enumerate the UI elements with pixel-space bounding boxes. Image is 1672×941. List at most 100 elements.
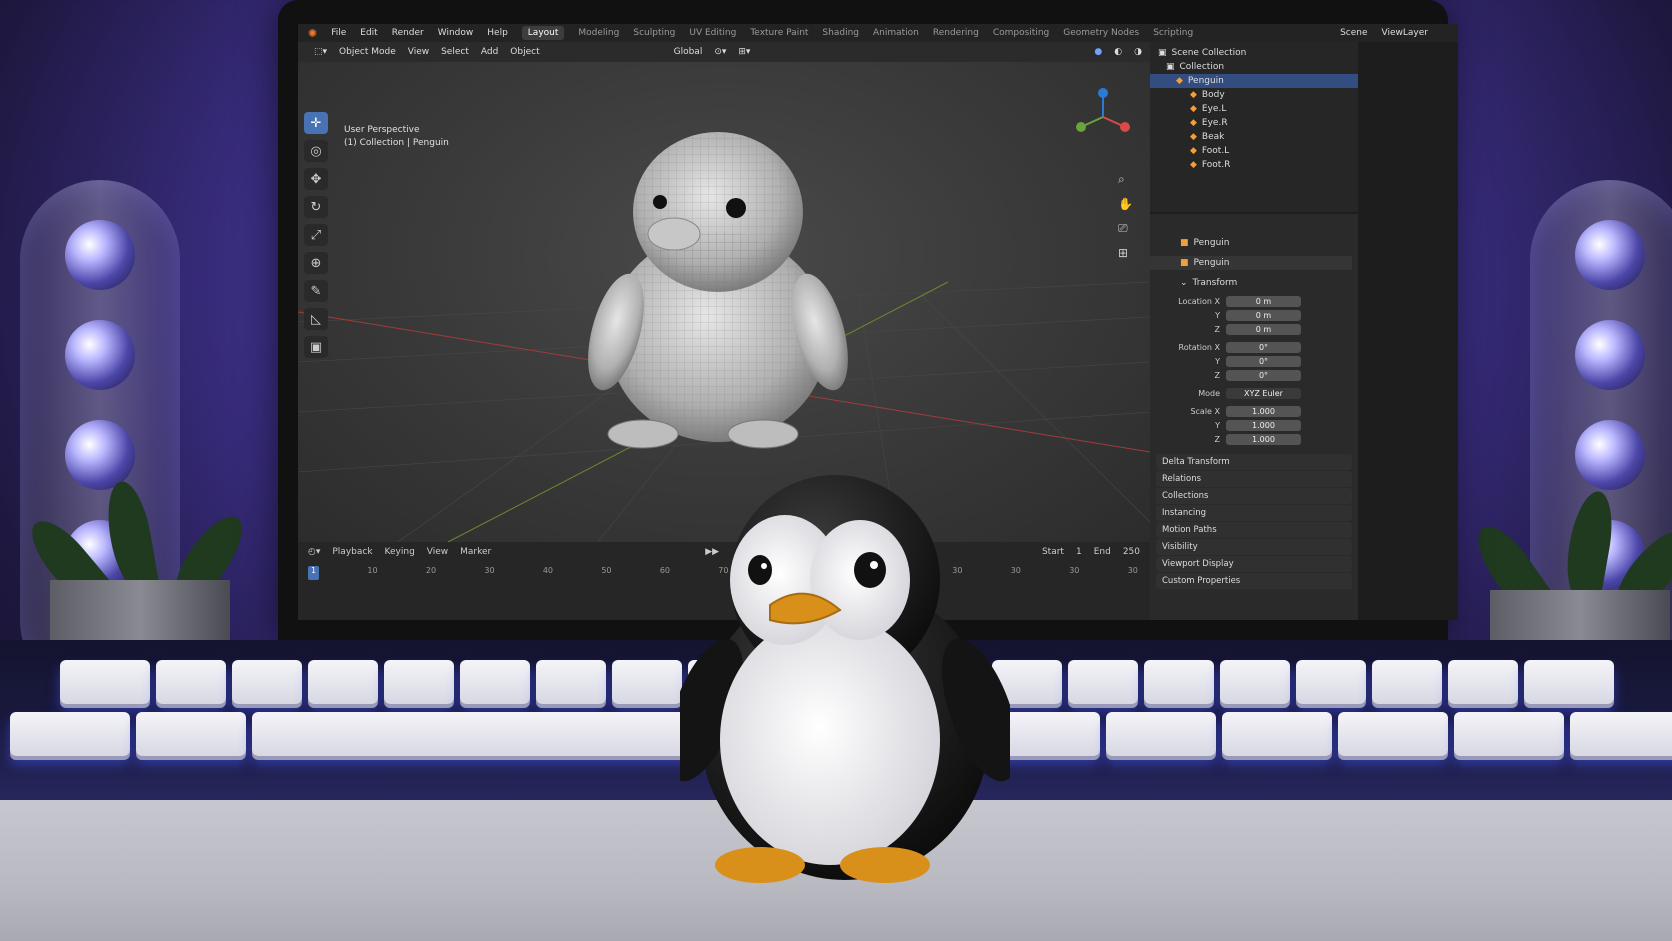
tab-scripting[interactable]: Scripting xyxy=(1153,28,1193,38)
toolbar: ✛ ◎ ✥ ↻ ⤢ ⊕ ✎ ◺ ▣ xyxy=(304,112,332,358)
snap-icon[interactable]: ⊞▾ xyxy=(738,47,750,57)
rotation-z-field[interactable]: 0° xyxy=(1226,369,1301,381)
rotation-x-field[interactable]: 0° xyxy=(1226,341,1301,353)
object-icon: ◆ xyxy=(1190,104,1197,114)
object-icon: ◆ xyxy=(1190,90,1197,100)
select-tool-icon[interactable]: ✛ xyxy=(304,112,328,134)
camera-icon[interactable]: ⎚ xyxy=(1118,221,1133,236)
start-frame-input[interactable]: 1 xyxy=(1076,547,1082,557)
outliner: ▣ Scene Collection ▣ Collection ◆ Pengui… xyxy=(1150,42,1358,212)
object-properties-icon: ■ xyxy=(1180,238,1189,248)
scale-z-field[interactable]: 1.000 xyxy=(1226,433,1301,445)
shading-rendered-icon[interactable]: ◑ xyxy=(1134,47,1142,57)
timeline-editor-icon[interactable]: ◴▾ xyxy=(308,547,320,557)
mode-dropdown[interactable]: Object Mode xyxy=(339,47,396,57)
menu-render[interactable]: Render xyxy=(392,28,424,38)
header-object[interactable]: Object xyxy=(510,47,539,57)
top-menu-bar: ✺ File Edit Render Window Help Layout Mo… xyxy=(298,24,1458,42)
outliner-scene-collection[interactable]: ▣ Scene Collection xyxy=(1150,46,1358,60)
view-layer-selector[interactable]: ViewLayer xyxy=(1382,28,1428,38)
tab-rendering[interactable]: Rendering xyxy=(933,28,979,38)
viewport-info: User Perspective (1) Collection | Pengui… xyxy=(344,124,449,150)
scale-x-field[interactable]: 1.000 xyxy=(1226,405,1301,417)
panel-relations[interactable]: Relations xyxy=(1156,471,1352,487)
annotate-tool-icon[interactable]: ✎ xyxy=(304,280,328,302)
tab-shading[interactable]: Shading xyxy=(822,28,859,38)
pivot-icon[interactable]: ⊙▾ xyxy=(714,47,726,57)
outliner-item-eye-r[interactable]: ◆ Eye.R xyxy=(1150,116,1358,130)
penguin-figurine xyxy=(680,475,1010,883)
object-data-icon: ■ xyxy=(1180,258,1189,268)
measure-tool-icon[interactable]: ◺ xyxy=(304,308,328,330)
tab-geometry-nodes[interactable]: Geometry Nodes xyxy=(1063,28,1139,38)
outliner-collection[interactable]: ▣ Collection xyxy=(1150,60,1358,74)
header-add[interactable]: Add xyxy=(481,47,498,57)
scene-selector[interactable]: Scene xyxy=(1340,28,1367,38)
timeline-keying[interactable]: Keying xyxy=(385,547,415,557)
location-z-field[interactable]: 0 m xyxy=(1226,323,1301,335)
scale-y-field[interactable]: 1.000 xyxy=(1226,419,1301,431)
editor-type-icon[interactable]: ⬚▾ xyxy=(314,47,327,57)
blender-logo-icon[interactable]: ✺ xyxy=(308,27,317,40)
tab-sculpting[interactable]: Sculpting xyxy=(633,28,675,38)
panel-motion-paths[interactable]: Motion Paths xyxy=(1156,522,1352,538)
panel-instancing[interactable]: Instancing xyxy=(1156,505,1352,521)
add-cube-tool-icon[interactable]: ▣ xyxy=(304,336,328,358)
panel-collections[interactable]: Collections xyxy=(1156,488,1352,504)
menu-edit[interactable]: Edit xyxy=(360,28,377,38)
perspective-label: User Perspective xyxy=(344,125,420,135)
outliner-item-body[interactable]: ◆ Body xyxy=(1150,88,1358,102)
header-view[interactable]: View xyxy=(408,47,429,57)
navigation-gizmo[interactable] xyxy=(1073,87,1133,147)
menu-help[interactable]: Help xyxy=(487,28,508,38)
grid-view-icon[interactable]: ⊞ xyxy=(1118,246,1133,260)
move-tool-icon[interactable]: ✥ xyxy=(304,168,328,190)
cursor-tool-icon[interactable]: ◎ xyxy=(304,140,328,162)
menu-window[interactable]: Window xyxy=(438,28,474,38)
outliner-item-eye-l[interactable]: ◆ Eye.L xyxy=(1150,102,1358,116)
tab-compositing[interactable]: Compositing xyxy=(993,28,1049,38)
timeline-playback[interactable]: Playback xyxy=(332,547,372,557)
location-x-field[interactable]: 0 m xyxy=(1226,295,1301,307)
end-frame-input[interactable]: 250 xyxy=(1123,547,1140,557)
outliner-item-beak[interactable]: ◆ Beak xyxy=(1150,130,1358,144)
location-y-field[interactable]: 0 m xyxy=(1226,309,1301,321)
transform-tool-icon[interactable]: ⊕ xyxy=(304,252,328,274)
end-frame-label: End xyxy=(1093,547,1111,557)
shading-solid-icon[interactable]: ● xyxy=(1094,47,1102,57)
outliner-item-foot-r[interactable]: ◆ Foot.R xyxy=(1150,158,1358,172)
start-frame-label: Start xyxy=(1041,547,1064,557)
panel-custom-properties[interactable]: Custom Properties xyxy=(1156,573,1352,589)
penguin-3d-model[interactable] xyxy=(588,122,848,452)
object-icon: ◆ xyxy=(1190,118,1197,128)
collection-icon: ▣ xyxy=(1158,48,1167,58)
transform-panel-header[interactable]: ⌄ Transform xyxy=(1150,276,1358,290)
scale-tool-icon[interactable]: ⤢ xyxy=(304,224,328,246)
menu-file[interactable]: File xyxy=(331,28,346,38)
outliner-item-penguin[interactable]: ◆ Penguin xyxy=(1150,74,1358,88)
panel-visibility[interactable]: Visibility xyxy=(1156,539,1352,555)
timeline-marker[interactable]: Marker xyxy=(460,547,491,557)
rotation-mode-dropdown[interactable]: XYZ Euler xyxy=(1226,387,1301,399)
object-name-field[interactable]: ■ Penguin xyxy=(1150,256,1352,270)
tab-uv-editing[interactable]: UV Editing xyxy=(689,28,736,38)
rotate-tool-icon[interactable]: ↻ xyxy=(304,196,328,218)
zoom-icon[interactable]: ⌕ xyxy=(1118,172,1133,187)
transform-orientation-dropdown[interactable]: Global xyxy=(674,47,703,57)
tab-animation[interactable]: Animation xyxy=(873,28,919,38)
rotation-y-field[interactable]: 0° xyxy=(1226,355,1301,367)
tab-texture-paint[interactable]: Texture Paint xyxy=(750,28,808,38)
viewport-header: ⬚▾ Object Mode View Select Add Object Gl… xyxy=(298,42,1150,62)
tab-layout[interactable]: Layout xyxy=(521,26,565,40)
panel-viewport-display[interactable]: Viewport Display xyxy=(1156,556,1352,572)
object-icon: ◆ xyxy=(1190,146,1197,156)
panel-delta-transform[interactable]: Delta Transform xyxy=(1156,454,1352,470)
header-select[interactable]: Select xyxy=(441,47,469,57)
pan-hand-icon[interactable]: ✋ xyxy=(1118,197,1133,211)
properties-object-name: ■ Penguin xyxy=(1180,238,1230,248)
shading-material-icon[interactable]: ◐ xyxy=(1114,47,1122,57)
timeline-view[interactable]: View xyxy=(427,547,448,557)
current-frame-indicator[interactable]: 1 xyxy=(308,566,320,580)
tab-modeling[interactable]: Modeling xyxy=(578,28,619,38)
outliner-item-foot-l[interactable]: ◆ Foot.L xyxy=(1150,144,1358,158)
